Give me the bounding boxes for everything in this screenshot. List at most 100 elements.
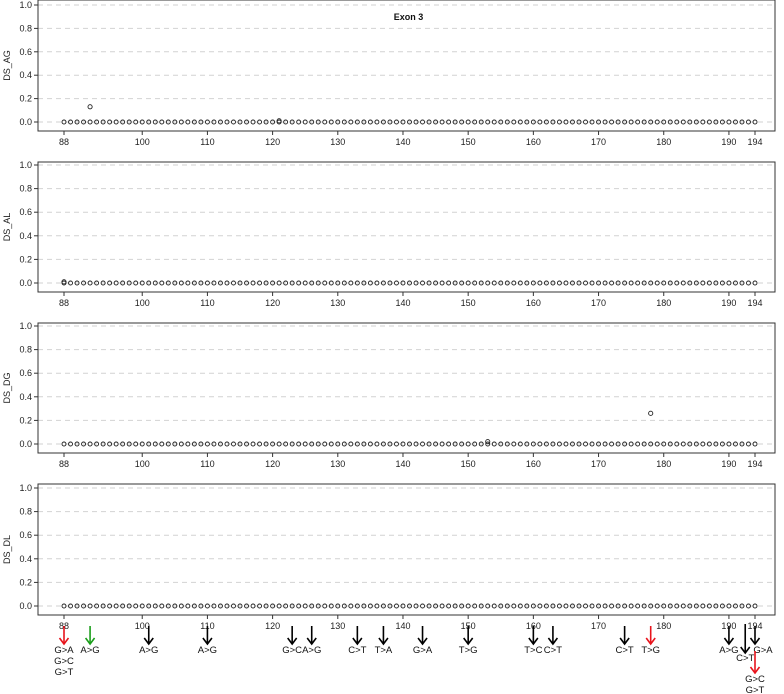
plot-frame <box>37 483 776 616</box>
y-tick-label: 0.8 <box>19 507 32 517</box>
data-point <box>583 280 588 286</box>
y-tick-label: 0.0 <box>19 278 32 288</box>
y-axis-label: DS_DL <box>2 535 12 564</box>
variant-label: G>A <box>753 645 773 656</box>
data-point <box>348 441 354 447</box>
data-point <box>654 603 660 609</box>
x-tick-label: 110 <box>200 137 214 147</box>
x-tick-label: 150 <box>461 298 476 308</box>
x-tick-label: 160 <box>526 459 541 469</box>
variant-label: A>G <box>139 645 158 656</box>
data-point <box>465 280 471 286</box>
data-point <box>231 441 236 447</box>
x-tick-label: 180 <box>656 298 671 308</box>
variant-annotation: G>A <box>413 626 433 656</box>
variant-label: C>T <box>736 653 754 664</box>
x-tick-label: 194 <box>747 298 762 308</box>
y-tick-label: 0.0 <box>19 601 32 611</box>
data-point <box>420 603 425 609</box>
x-tick-label: 160 <box>526 137 541 147</box>
plot-frame <box>37 322 776 454</box>
x-tick-label: 130 <box>330 621 345 631</box>
variant-label: G>C <box>282 645 302 656</box>
data-point <box>348 603 354 609</box>
x-tick-label: 194 <box>747 137 762 147</box>
data-point <box>654 280 660 286</box>
y-tick-label: 0.2 <box>19 577 32 587</box>
data-point <box>654 119 660 125</box>
x-tick-label: 120 <box>265 459 280 469</box>
x-tick-label: 150 <box>461 137 476 147</box>
data-point <box>87 441 93 447</box>
x-tick-label: 190 <box>721 137 736 147</box>
data-point <box>465 603 471 609</box>
data-point <box>726 280 732 286</box>
data-point <box>231 603 236 609</box>
panel-ds-al: 0.0 0.2 0.4 0.6 0.8 1.0 DS_AL 88 100 110 120 130 140… <box>2 160 776 308</box>
x-tick-label: 170 <box>591 621 606 631</box>
variant-annotation: C>T <box>544 626 562 656</box>
x-tick-label: 160 <box>526 298 541 308</box>
x-tick-label: 170 <box>591 137 606 147</box>
data-point <box>87 104 93 110</box>
variant-label: C>T <box>616 645 634 656</box>
panels: 0.0 0.2 0.4 0.6 0.8 1.0 DS_AG 88 100 110 120 130 140… <box>2 0 776 631</box>
data-point <box>159 441 165 447</box>
y-axis-label: DS_AG <box>2 50 12 81</box>
x-tick-label: 180 <box>656 621 671 631</box>
data-point <box>348 280 354 286</box>
x-tick-label: 88 <box>59 137 69 147</box>
data-point <box>394 280 399 286</box>
x-tick-label: 180 <box>656 459 671 469</box>
y-tick-label: 0.6 <box>19 207 32 217</box>
x-tick-label: 110 <box>200 298 214 308</box>
y-tick-label: 0.2 <box>19 254 32 264</box>
x-tick-label: 88 <box>59 298 69 308</box>
y-tick-label: 0.8 <box>19 23 32 33</box>
panel-ds-dg: 0.0 0.2 0.4 0.6 0.8 1.0 DS_DG 88 100 110 120 130 140… <box>2 321 776 469</box>
y-tick-label: 0.4 <box>19 70 32 80</box>
data-point <box>654 441 660 447</box>
variant-annotations: G>AG>CG>TA>G A>G A>G G>C A>G C>T T>A G>A T>G T>C C… <box>54 624 773 694</box>
variant-label: T>G <box>641 645 660 656</box>
data-point <box>348 119 354 125</box>
data-point <box>465 441 471 447</box>
data-point <box>648 410 654 416</box>
x-tick-label: 88 <box>59 459 69 469</box>
data-point <box>394 119 399 125</box>
x-tick-label: 150 <box>461 459 476 469</box>
y-tick-label: 0.6 <box>19 47 32 57</box>
data-point <box>159 603 165 609</box>
x-tick-label: 170 <box>591 298 606 308</box>
data-point <box>394 603 399 609</box>
x-tick-label: 100 <box>135 298 150 308</box>
data-point <box>204 603 210 609</box>
y-axis-label: DS_AL <box>2 213 12 242</box>
data-point <box>87 280 93 286</box>
variant-annotation: C>T <box>616 626 634 656</box>
variant-label: A>G <box>302 645 321 656</box>
x-tick-label: 190 <box>721 298 736 308</box>
variant-label: A>G <box>80 645 99 656</box>
data-point <box>583 603 588 609</box>
y-tick-label: 0.0 <box>19 117 32 127</box>
panel-ds-ag: 0.0 0.2 0.4 0.6 0.8 1.0 DS_AG 88 100 110 120 130 140… <box>2 0 776 147</box>
data-point <box>159 119 165 125</box>
data-point <box>726 603 732 609</box>
x-tick-label: 180 <box>656 137 671 147</box>
data-point <box>159 280 165 286</box>
y-tick-label: 0.2 <box>19 415 32 425</box>
x-tick-label: 110 <box>200 459 214 469</box>
data-point <box>609 119 615 125</box>
splice-score-figure: 0.0 0.2 0.4 0.6 0.8 1.0 DS_AG 88 100 110 120 130 140… <box>2 0 776 694</box>
variant-label: G>C <box>745 674 765 685</box>
y-tick-label: 1.0 <box>19 321 32 331</box>
x-tick-label: 140 <box>395 459 410 469</box>
data-point <box>465 119 471 125</box>
x-tick-label: 140 <box>395 621 410 631</box>
variant-annotation: T>A <box>375 626 393 656</box>
x-tick-label: 194 <box>747 459 762 469</box>
x-tick-label: 130 <box>330 137 345 147</box>
y-axis-label: DS_DG <box>2 372 12 403</box>
variant-label: G>T <box>55 667 74 678</box>
